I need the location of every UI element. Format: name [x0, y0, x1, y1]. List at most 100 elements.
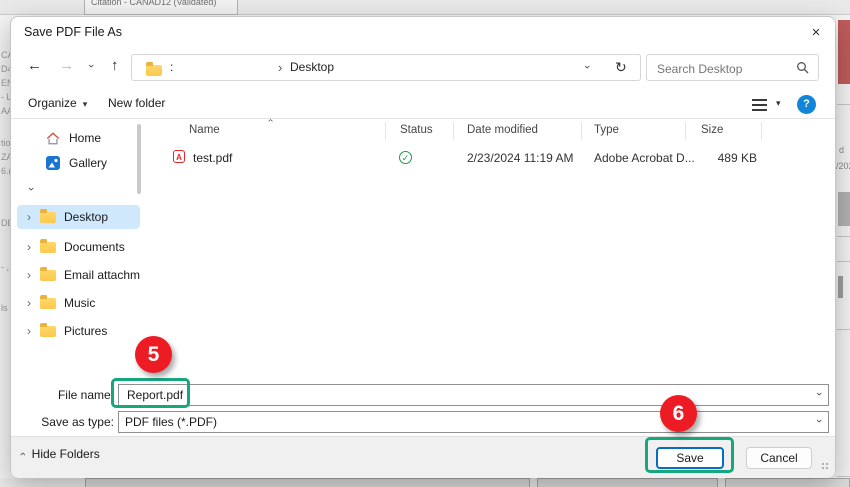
save-button[interactable]: Save [656, 447, 724, 469]
up-button[interactable]: ↑ [111, 57, 119, 74]
pdf-file-icon: A [173, 150, 185, 163]
caret-down-icon: ▾ [776, 98, 781, 108]
save-as-type-value: PDF files (*.PDF) [125, 415, 217, 429]
column-header-name[interactable]: Name [189, 124, 220, 136]
file-row[interactable]: A test.pdf ✓ 2/23/2024 11:19 AM Adobe Ac… [167, 148, 773, 170]
new-folder-button[interactable]: New folder [108, 96, 165, 110]
background-cell [537, 478, 718, 487]
forward-button[interactable]: → [59, 57, 74, 74]
sidebar-item-label: Home [69, 131, 101, 145]
chevron-up-icon: › [265, 119, 276, 122]
background-divider [837, 261, 850, 262]
cancel-button[interactable]: Cancel [746, 447, 812, 469]
help-icon: ? [803, 98, 810, 110]
background-divider [837, 329, 850, 330]
sidebar-item-label: Desktop [64, 210, 108, 224]
background-divider [837, 236, 850, 237]
breadcrumb-root[interactable]: : [170, 60, 173, 74]
file-date-cell: 2/23/2024 11:19 AM [467, 151, 574, 165]
help-button[interactable]: ? [797, 95, 816, 114]
background-divider [837, 476, 850, 477]
column-divider[interactable] [581, 122, 582, 140]
column-header-status[interactable]: Status [400, 124, 433, 136]
background-bottom-strip [0, 478, 850, 487]
chevron-right-icon: › [27, 210, 40, 224]
close-icon: × [812, 24, 821, 41]
chevron-down-icon[interactable]: › [817, 388, 821, 400]
background-tab: Citation - CANAD12 (Validated) [84, 0, 238, 15]
sidebar-item-documents[interactable]: › Documents [17, 235, 140, 259]
list-view-icon [752, 99, 767, 101]
save-as-type-select[interactable]: PDF files (*.PDF) › [118, 411, 829, 433]
background-text-fragment: d [839, 145, 844, 155]
chevron-right-icon: › [27, 324, 40, 338]
background-cell [725, 478, 850, 487]
column-header-type[interactable]: Type [594, 124, 619, 136]
background-text-fragment: /202 [836, 161, 850, 171]
folder-icon [146, 65, 162, 76]
chevron-down-icon[interactable]: › [817, 415, 821, 427]
background-gray-block [838, 192, 850, 226]
sidebar-item-gallery[interactable]: Gallery [17, 151, 140, 175]
sidebar-item-label: Gallery [69, 156, 107, 170]
sidebar-collapse-button[interactable]: › [29, 183, 33, 195]
resize-grip[interactable] [821, 462, 830, 471]
chevron-down-icon: › [25, 187, 37, 191]
sort-ascending-icon: › [269, 115, 272, 126]
search-box[interactable] [646, 54, 819, 81]
folder-icon [40, 270, 56, 281]
column-divider[interactable] [685, 122, 686, 140]
folder-icon [40, 326, 56, 337]
column-divider[interactable] [385, 122, 386, 140]
hide-folders-button[interactable]: › Hide Folders [21, 447, 100, 461]
search-input[interactable] [655, 58, 785, 79]
organize-button[interactable]: Organize▾ [28, 96, 87, 110]
refresh-icon[interactable]: ↻ [615, 59, 627, 76]
background-text-fragment: ls [1, 303, 8, 313]
view-options-button[interactable]: ▾ [752, 98, 781, 116]
sidebar-scrollbar[interactable] [137, 124, 141, 194]
file-name-cell: test.pdf [193, 151, 232, 165]
sidebar-item-email-attachments[interactable]: › Email attachm [17, 263, 140, 287]
dialog-title: Save PDF File As [24, 25, 122, 39]
chevron-down-icon: › [85, 64, 97, 68]
screenshot-root: Citation - CANAD12 (Validated) CA D4 EN … [0, 0, 850, 487]
back-button[interactable]: ← [27, 57, 42, 74]
folder-icon [40, 212, 56, 223]
background-tab-label: Citation - CANAD12 (Validated) [91, 0, 216, 7]
file-name-combobox[interactable]: › [118, 384, 829, 406]
organize-label: Organize [28, 96, 77, 110]
sidebar-item-label: Music [64, 296, 95, 310]
sidebar-item-label: Documents [64, 240, 125, 254]
chevron-right-icon: › [27, 268, 40, 282]
sidebar-item-desktop[interactable]: › Desktop [17, 205, 140, 229]
folder-icon [40, 242, 56, 253]
column-header-size[interactable]: Size [701, 124, 723, 136]
sidebar-item-label: Email attachm [64, 268, 140, 282]
background-text-fragment: - , [1, 262, 9, 272]
gallery-icon [46, 156, 60, 170]
column-divider[interactable] [761, 122, 762, 140]
sidebar-item-label: Pictures [64, 324, 107, 338]
chevron-right-icon: › [27, 240, 40, 254]
sidebar-item-music[interactable]: › Music [17, 291, 140, 315]
recent-locations-button[interactable]: › [89, 60, 93, 72]
file-name-label: File name: [14, 388, 114, 402]
file-name-input[interactable] [125, 387, 349, 403]
chevron-glyph: › [813, 392, 825, 396]
column-header-date-modified[interactable]: Date modified [467, 124, 538, 136]
save-pdf-dialog: Save PDF File As × ← → › ↑ : › Desktop ›… [10, 16, 836, 477]
column-divider[interactable] [453, 122, 454, 140]
folder-icon [40, 298, 56, 309]
chevron-glyph: › [17, 452, 29, 456]
address-bar[interactable]: : › Desktop › ↻ [131, 54, 641, 81]
close-button[interactable]: × [803, 21, 829, 43]
breadcrumb-current[interactable]: Desktop [290, 60, 334, 74]
sidebar-item-home[interactable]: Home [17, 126, 140, 150]
sidebar-item-pictures[interactable]: › Pictures [17, 319, 140, 343]
toolbar-divider [11, 118, 835, 119]
address-dropdown-button[interactable]: › [585, 61, 589, 73]
home-icon [46, 131, 60, 146]
background-divider [837, 104, 850, 105]
hide-folders-label: Hide Folders [32, 447, 100, 461]
